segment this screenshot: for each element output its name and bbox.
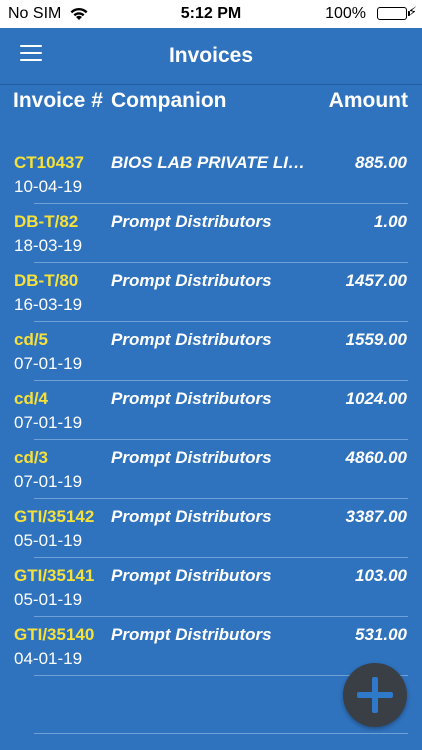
invoice-row[interactable]: GTI/35141 05-01-19 Prompt Distributors 1…: [0, 558, 422, 617]
invoice-amount: 1559.00: [345, 330, 407, 349]
invoice-date: 10-04-19: [14, 177, 83, 196]
invoice-date: 16-03-19: [14, 295, 83, 314]
add-invoice-button[interactable]: [343, 663, 407, 727]
invoice-row[interactable]: DB-T/82 18-03-19 Prompt Distributors 1.0…: [0, 204, 422, 263]
companion-name: Prompt Distributors: [111, 271, 272, 290]
invoice-list: CT10437 10-04-19 BIOS LAB PRIVATE LIMITE…: [0, 145, 422, 676]
invoice-number: GTI/35140: [14, 625, 95, 644]
invoice-date: 07-01-19: [14, 472, 83, 491]
invoice-number: DB-T/80: [14, 271, 79, 290]
battery-icon: [377, 7, 410, 20]
column-header-companion: Companion: [111, 89, 227, 112]
invoice-amount: 531.00: [355, 625, 407, 644]
invoice-number: cd/5: [14, 330, 49, 349]
column-header-amount: Amount: [328, 89, 408, 112]
invoice-amount: 1024.00: [345, 389, 407, 408]
companion-name: Prompt Distributors: [111, 448, 272, 467]
invoice-amount: 885.00: [355, 153, 407, 172]
invoice-number: GTI/35141: [14, 566, 95, 585]
invoice-number: CT10437: [14, 153, 84, 172]
invoice-amount: 4860.00: [345, 448, 407, 467]
companion-name: Prompt Distributors: [111, 212, 272, 231]
invoice-date: 04-01-19: [14, 649, 83, 668]
page-title: Invoices: [168, 44, 254, 67]
invoice-row[interactable]: GTI/35142 05-01-19 Prompt Distributors 3…: [0, 499, 422, 558]
status-bar: No SIM 5:12 PM 100% ⚡: [0, 0, 422, 28]
charging-bolt-icon: ⚡: [407, 4, 417, 19]
invoice-row[interactable]: cd/3 07-01-19 Prompt Distributors 4860.0…: [0, 440, 422, 499]
invoice-amount: 1457.00: [345, 271, 407, 290]
invoice-row[interactable]: cd/5 07-01-19 Prompt Distributors 1559.0…: [0, 322, 422, 381]
invoice-date: 07-01-19: [14, 354, 83, 373]
invoice-amount: 1.00: [373, 212, 407, 231]
invoice-date: 07-01-19: [14, 413, 83, 432]
list-end-divider: [34, 733, 408, 734]
companion-name: Prompt Distributors: [111, 389, 272, 408]
invoice-amount: 3387.00: [345, 507, 407, 526]
invoice-row[interactable]: DB-T/80 16-03-19 Prompt Distributors 145…: [0, 263, 422, 322]
invoice-row[interactable]: cd/4 07-01-19 Prompt Distributors 1024.0…: [0, 381, 422, 440]
companion-name: Prompt Distributors: [111, 330, 272, 349]
invoice-number: GTI/35142: [14, 507, 95, 526]
invoice-number: DB-T/82: [14, 212, 79, 231]
column-header-invoice: Invoice #: [13, 89, 103, 112]
companion-name: Prompt Distributors: [111, 566, 272, 585]
companion-name: BIOS LAB PRIVATE LIMITED: [111, 153, 311, 172]
invoice-date: 05-01-19: [14, 590, 83, 609]
invoice-number: cd/4: [14, 389, 49, 408]
invoice-date: 18-03-19: [14, 236, 83, 255]
nav-bar: Invoices: [0, 28, 422, 85]
battery-percent: 100%: [325, 5, 366, 22]
companion-name: Prompt Distributors: [111, 507, 272, 526]
invoice-amount: 103.00: [355, 566, 407, 585]
invoice-number: cd/3: [14, 448, 49, 467]
invoice-date: 05-01-19: [14, 531, 83, 550]
invoice-row[interactable]: CT10437 10-04-19 BIOS LAB PRIVATE LIMITE…: [0, 145, 422, 204]
companion-name: Prompt Distributors: [111, 625, 272, 644]
